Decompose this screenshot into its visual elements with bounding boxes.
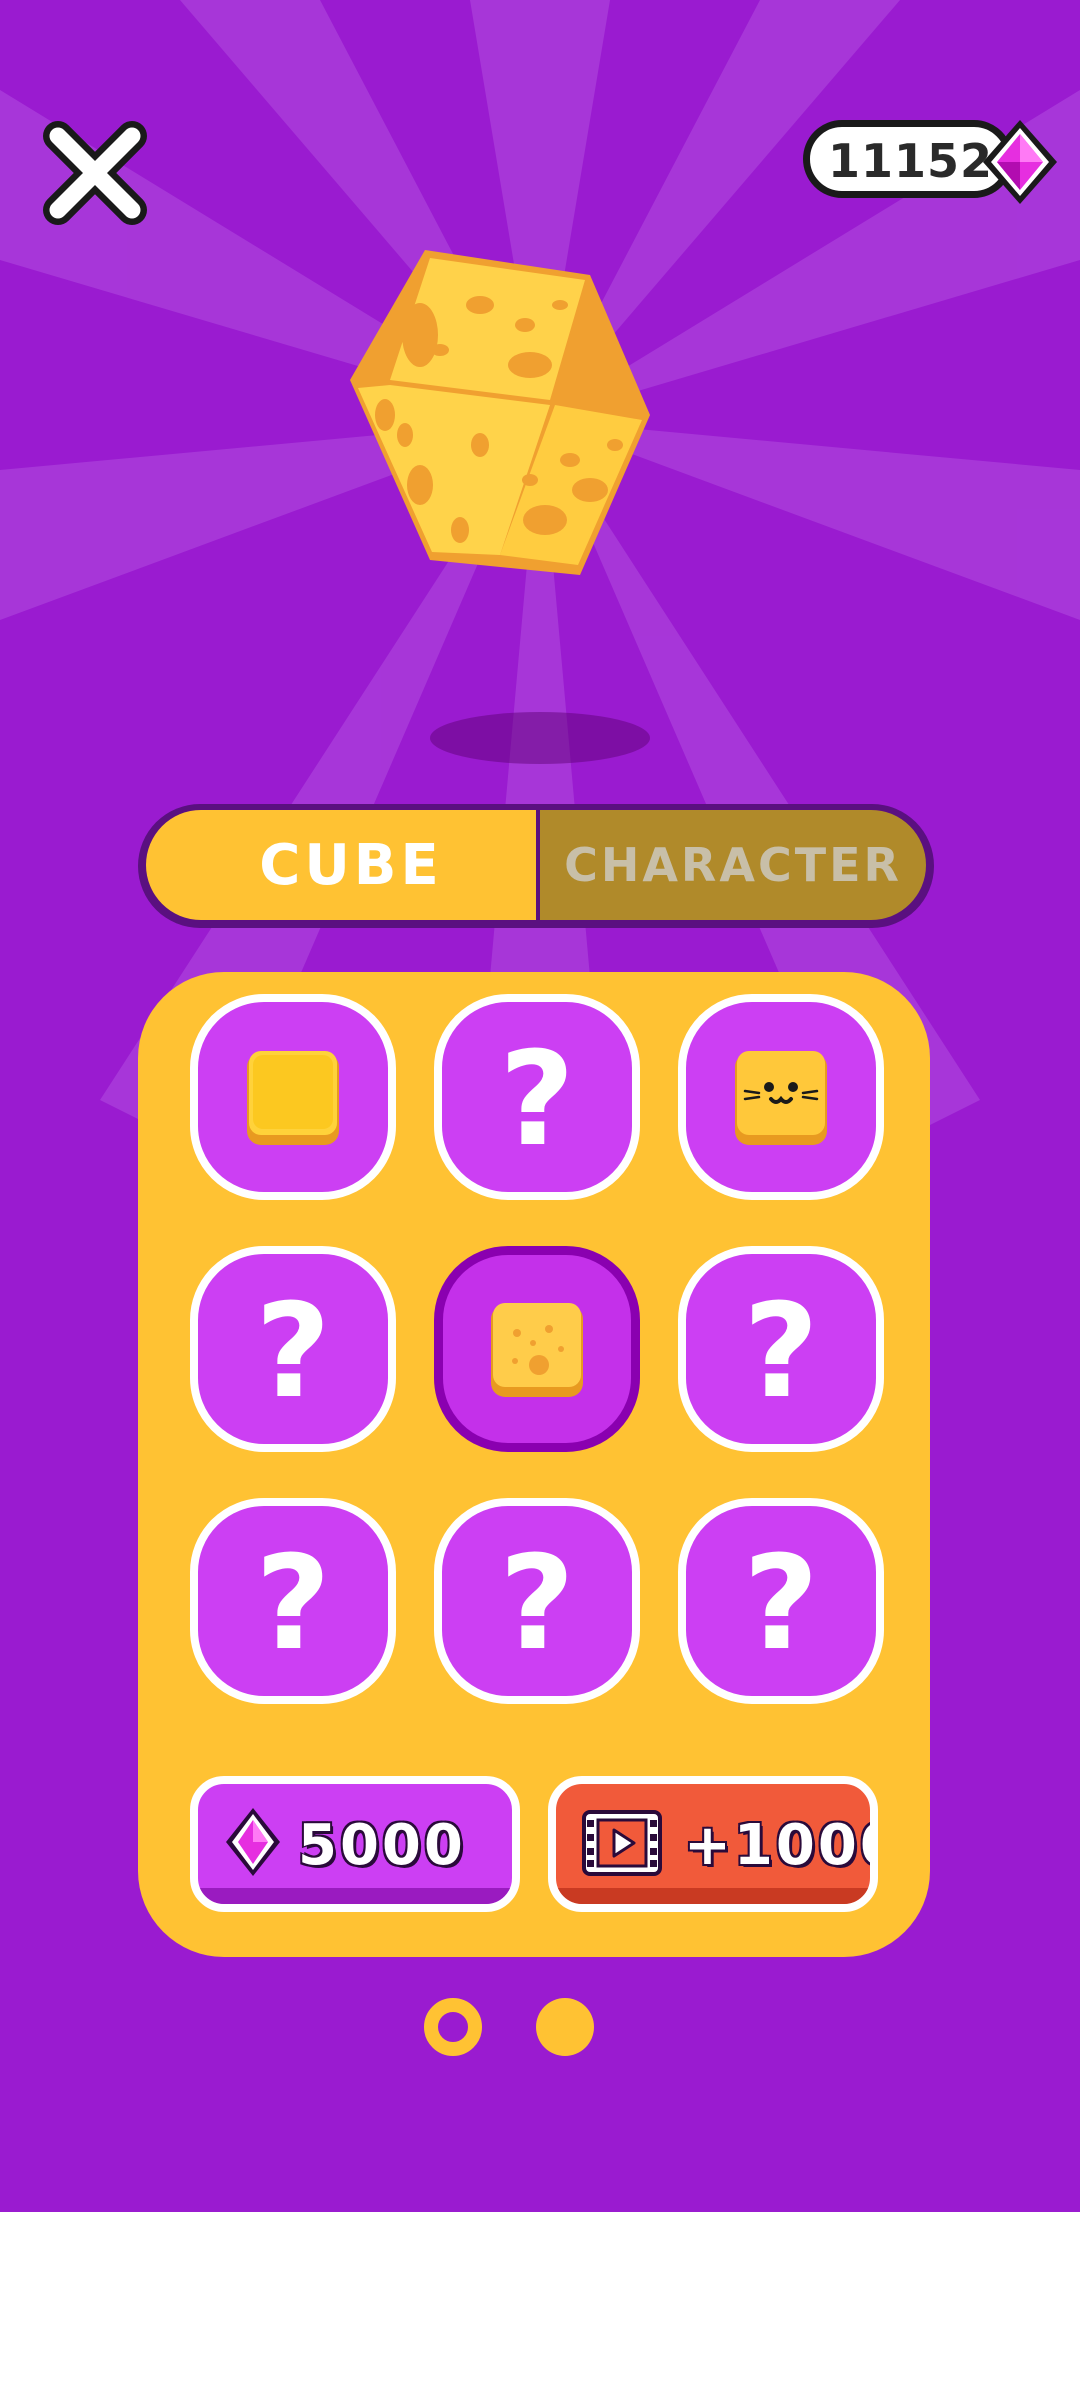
- cube-shadow: [430, 712, 650, 764]
- close-icon[interactable]: [40, 118, 150, 228]
- question-mark: ?: [499, 1527, 575, 1679]
- skin-slot-yellow-cube[interactable]: [190, 994, 396, 1200]
- skin-slot-locked[interactable]: ?: [678, 1246, 884, 1452]
- buy-random-skin-button[interactable]: 5000: [190, 1776, 520, 1912]
- cheese-cube-preview: [350, 250, 650, 575]
- button-bevel: [556, 1888, 870, 1904]
- skin-panel: ? ? ? ? ? ? 5000 +100: [138, 972, 930, 1957]
- watch-ad-button[interactable]: +1000: [548, 1776, 878, 1912]
- page-dot-current[interactable]: [424, 1998, 482, 2056]
- tab-character-label: CHARACTER: [564, 838, 902, 892]
- button-bevel: [198, 1888, 512, 1904]
- skin-slot-locked[interactable]: ?: [678, 1498, 884, 1704]
- skin-slot-locked[interactable]: ?: [434, 1498, 640, 1704]
- tab-character[interactable]: CHARACTER: [540, 810, 926, 920]
- buy-price: 5000: [298, 1813, 466, 1878]
- gem-icon: [226, 1808, 280, 1876]
- tab-cube-label: CUBE: [259, 832, 443, 898]
- question-mark: ?: [743, 1527, 819, 1679]
- gem-count: 11152: [828, 134, 994, 188]
- skin-slot-locked[interactable]: ?: [434, 994, 640, 1200]
- skin-slot-cheese-cube[interactable]: [434, 1246, 640, 1452]
- yellow-cube-icon: [247, 1051, 339, 1145]
- skin-slot-locked[interactable]: ?: [190, 1498, 396, 1704]
- shop-screen: 11152 CUBE CHARACTER ? ? ? ? ? ? 5000 +1…: [0, 0, 1080, 2212]
- gem-icon: [983, 120, 1057, 204]
- cat-cube-icon: [735, 1051, 827, 1145]
- page-dot[interactable]: [536, 1998, 594, 2056]
- question-mark: ?: [255, 1275, 331, 1427]
- ad-reward: +1000: [684, 1813, 870, 1878]
- category-tabs: CUBE CHARACTER: [138, 804, 934, 928]
- tab-cube[interactable]: CUBE: [146, 810, 536, 920]
- question-mark: ?: [743, 1275, 819, 1427]
- cheese-cube-icon: [491, 1303, 583, 1397]
- page-indicator: [420, 1998, 600, 2058]
- question-mark: ?: [499, 1023, 575, 1175]
- skin-slot-locked[interactable]: ?: [190, 1246, 396, 1452]
- question-mark: ?: [255, 1527, 331, 1679]
- skin-grid: ? ? ? ? ? ?: [190, 994, 884, 1704]
- film-icon: [582, 1810, 662, 1876]
- skin-slot-cat-cube[interactable]: [678, 994, 884, 1200]
- gem-counter: 11152: [803, 116, 1059, 206]
